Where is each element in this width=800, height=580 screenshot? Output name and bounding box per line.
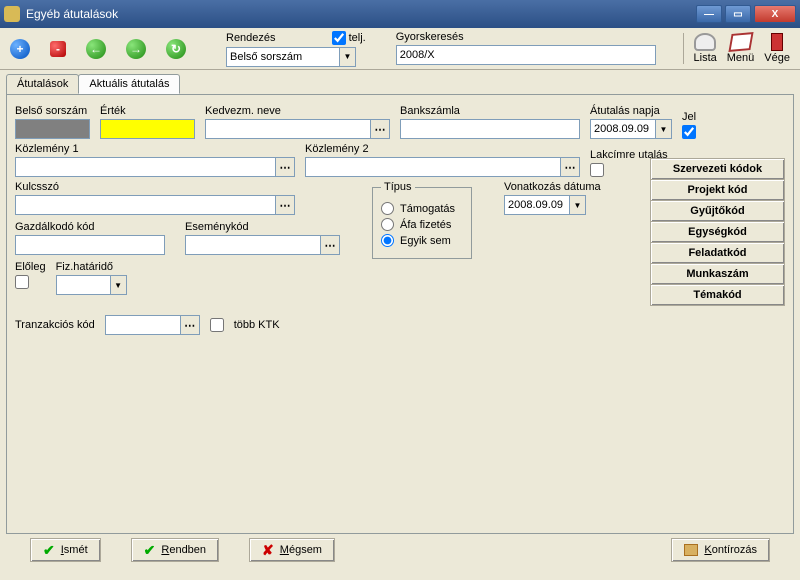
tabs: Átutalások Aktuális átutalás: [6, 74, 794, 94]
telj-checkbox[interactable]: [332, 31, 346, 45]
lista-button[interactable]: Lista: [694, 33, 717, 64]
app-icon: [4, 6, 20, 22]
tobbktk-label: több KTK: [234, 319, 280, 331]
vege-button[interactable]: Vége: [764, 33, 790, 64]
megsem-button[interactable]: ✘ Mégsem: [249, 538, 335, 562]
napja-combo-arrow[interactable]: ▼: [656, 119, 672, 139]
rendezes-combo[interactable]: [226, 47, 340, 67]
minimize-button[interactable]: —: [696, 5, 722, 23]
tranz-label: Tranzakciós kód: [15, 319, 95, 331]
kedv-input[interactable]: [205, 119, 370, 139]
back-button[interactable]: ←: [86, 39, 106, 59]
exit-icon: [771, 33, 783, 51]
gyors-input[interactable]: [396, 45, 656, 65]
kozl2-lookup-button[interactable]: ⋯: [560, 157, 580, 177]
kozl1-lookup-button[interactable]: ⋯: [275, 157, 295, 177]
kozl1-label: Közlemény 1: [15, 143, 295, 155]
kozl1-input[interactable]: [15, 157, 275, 177]
belso-input[interactable]: [15, 119, 90, 139]
kulcs-input[interactable]: [15, 195, 275, 215]
delete-button[interactable]: -: [50, 41, 66, 57]
add-button[interactable]: +: [10, 39, 30, 59]
refresh-button[interactable]: ↻: [166, 39, 186, 59]
ertek-input[interactable]: [100, 119, 195, 139]
side-buttons: Szervezeti kódok Projekt kód Gyűjtőkód E…: [650, 159, 785, 306]
ismet-button[interactable]: ✔ Ismét: [30, 538, 101, 562]
rendezes-label: Rendezés: [226, 32, 276, 44]
bank-input[interactable]: [400, 119, 580, 139]
kedv-lookup-button[interactable]: ⋯: [370, 119, 390, 139]
book-icon: [684, 544, 698, 556]
tab-aktualis[interactable]: Aktuális átutalás: [78, 74, 180, 94]
rendben-button[interactable]: ✔ Rendben: [131, 538, 219, 562]
fizhat-combo-arrow[interactable]: ▼: [111, 275, 127, 295]
szervezeti-kodok-button[interactable]: Szervezeti kódok: [650, 158, 785, 180]
tab-atutalasok[interactable]: Átutalások: [6, 74, 79, 94]
esem-label: Eseménykód: [185, 221, 340, 233]
window-title: Egyéb átutalások: [26, 7, 696, 21]
tipus-tamogatas-radio[interactable]: [381, 202, 394, 215]
egysegkod-button[interactable]: Egységkód: [650, 221, 785, 243]
ertek-label: Érték: [100, 105, 195, 117]
jel-label: Jel: [682, 111, 696, 123]
gyujtokod-button[interactable]: Gyűjtőkód: [650, 200, 785, 222]
form-panel: Belső sorszám Érték Kedvezm. neve ⋯ Bank…: [6, 94, 794, 534]
bank-label: Bankszámla: [400, 105, 580, 117]
sort-area: Rendezés telj. ▼: [226, 31, 366, 67]
telj-label: telj.: [349, 31, 366, 43]
belso-label: Belső sorszám: [15, 105, 90, 117]
rendezes-combo-arrow[interactable]: ▼: [340, 47, 356, 67]
fizhat-input[interactable]: [56, 275, 111, 295]
munkaszam-button[interactable]: Munkaszám: [650, 263, 785, 285]
vonat-input[interactable]: [504, 195, 570, 215]
kulcs-label: Kulcsszó: [15, 181, 340, 193]
tranz-lookup-button[interactable]: ⋯: [180, 315, 200, 335]
fizhat-label: Fiz.határidő: [56, 261, 127, 273]
maximize-button[interactable]: ▭: [725, 5, 751, 23]
kulcs-lookup-button[interactable]: ⋯: [275, 195, 295, 215]
printer-icon: [694, 33, 716, 51]
check-icon: ✔: [144, 542, 156, 559]
tranz-input[interactable]: [105, 315, 180, 335]
eloleg-label: Előleg: [15, 261, 46, 273]
kontirozas-button[interactable]: Kontírozás: [671, 538, 770, 562]
tipus-legend: Típus: [381, 181, 415, 193]
projekt-kod-button[interactable]: Projekt kód: [650, 179, 785, 201]
tipus-egyiksem-radio[interactable]: [381, 234, 394, 247]
tipus-group: Típus Támogatás Áfa fizetés Egyik sem: [372, 181, 472, 259]
toolbar: + - ← → ↻ Rendezés telj. ▼ Gyorskeresés: [0, 28, 800, 70]
vonat-label: Vonatkozás dátuma: [504, 181, 601, 193]
toolbar-right: Lista Menü Vége: [683, 33, 790, 64]
close-button[interactable]: X: [754, 5, 796, 23]
jel-checkbox[interactable]: [682, 125, 696, 139]
eloleg-checkbox[interactable]: [15, 275, 29, 289]
gazd-label: Gazdálkodó kód: [15, 221, 165, 233]
napja-label: Átutalás napja: [590, 105, 672, 117]
menu-button[interactable]: Menü: [727, 33, 755, 64]
tobbktk-checkbox[interactable]: [210, 318, 224, 332]
gazd-input[interactable]: [15, 235, 165, 255]
kozl2-label: Közlemény 2: [305, 143, 580, 155]
kozl2-input[interactable]: [305, 157, 560, 177]
esem-lookup-button[interactable]: ⋯: [320, 235, 340, 255]
vonat-combo-arrow[interactable]: ▼: [570, 195, 586, 215]
check-icon: ✔: [43, 542, 55, 559]
forward-button[interactable]: →: [126, 39, 146, 59]
titlebar: Egyéb átutalások — ▭ X: [0, 0, 800, 28]
lakcimre-checkbox[interactable]: [590, 163, 604, 177]
tipus-afa-radio[interactable]: [381, 218, 394, 231]
bottom-bar: ✔ Ismét ✔ Rendben ✘ Mégsem Kontírozás: [30, 538, 770, 562]
kedv-label: Kedvezm. neve: [205, 105, 390, 117]
esem-input[interactable]: [185, 235, 320, 255]
feladatkod-button[interactable]: Feladatkód: [650, 242, 785, 264]
x-icon: ✘: [262, 542, 274, 559]
window-buttons: — ▭ X: [696, 5, 796, 23]
napja-input[interactable]: [590, 119, 656, 139]
gyors-label: Gyorskeresés: [396, 31, 656, 43]
temakod-button[interactable]: Témakód: [650, 284, 785, 306]
menu-icon: [728, 32, 753, 52]
